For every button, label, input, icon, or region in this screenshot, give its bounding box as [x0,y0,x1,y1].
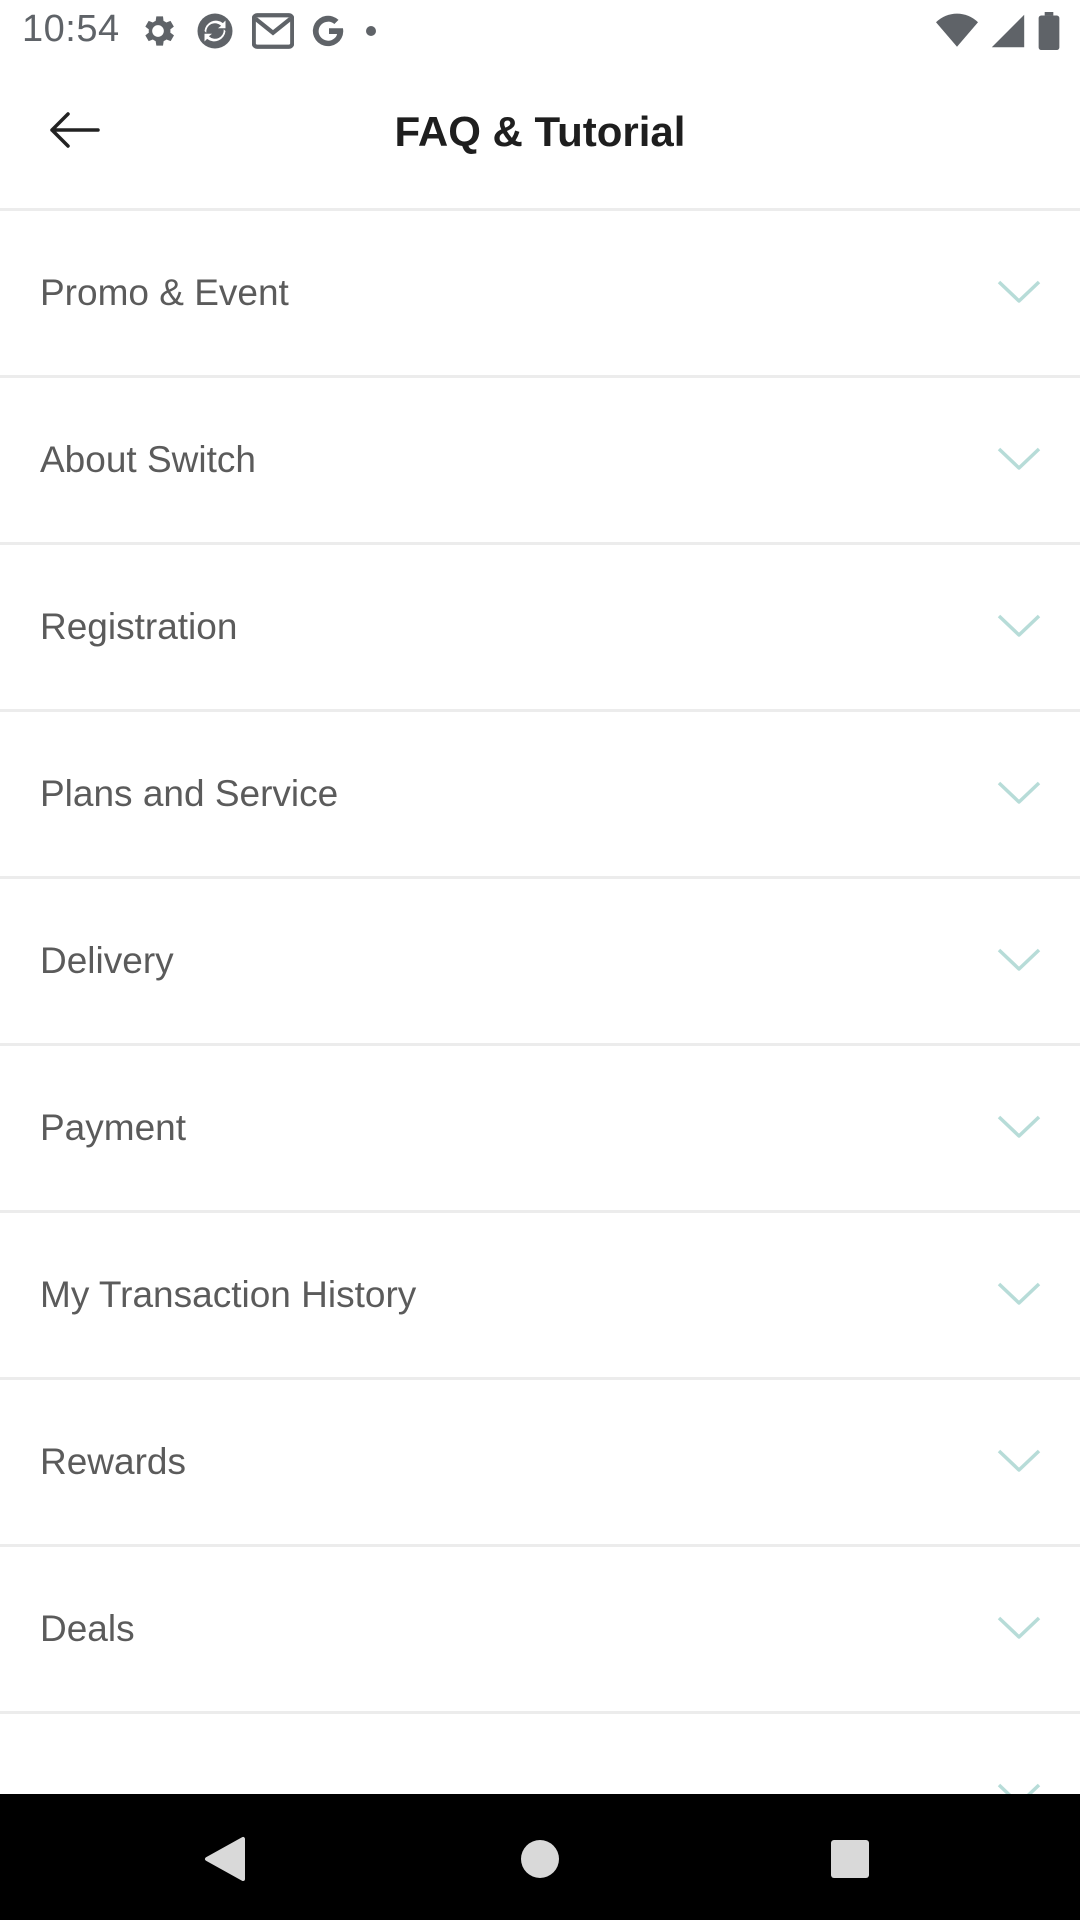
chevron-down-icon [997,447,1041,470]
faq-item-promo-event[interactable]: Promo & Event [0,211,1080,378]
settings-gear-icon [138,11,178,51]
chevron-down-icon [997,1449,1041,1472]
nav-back-button[interactable] [190,1824,260,1894]
gmail-icon [252,13,294,49]
chevron-down-icon [997,1115,1041,1138]
faq-item-label: Promo & Event [40,272,289,313]
faq-item-my-transaction-history[interactable]: My Transaction History [0,1213,1080,1380]
back-triangle-icon [205,1837,245,1881]
status-icons-left [138,10,378,52]
chevron-down-icon [997,280,1041,303]
sync-app-icon [194,10,236,52]
faq-item-plans-and-service[interactable]: Plans and Service [0,712,1080,879]
chevron-down-icon [997,1282,1041,1305]
home-circle-icon [521,1840,559,1878]
faq-item-registration[interactable]: Registration [0,545,1080,712]
system-nav-bar [0,1794,1080,1920]
chevron-down-icon [997,948,1041,971]
chevron-down-icon [997,1783,1041,1794]
faq-item-partial[interactable] [0,1714,1080,1794]
faq-item-label: Rewards [40,1441,186,1482]
faq-category-list: Promo & Event About Switch Registration … [0,211,1080,1794]
battery-icon [1038,12,1060,50]
chevron-down-icon [997,781,1041,804]
faq-item-label: Registration [40,606,238,647]
chevron-down-icon [997,1616,1041,1639]
faq-item-label: Delivery [40,940,174,981]
faq-item-delivery[interactable]: Delivery [0,879,1080,1046]
notification-dot-icon [364,24,378,38]
status-time: 10:54 [22,8,120,50]
google-icon [310,12,348,50]
faq-item-label: Plans and Service [40,773,339,814]
faq-item-label: My Transaction History [40,1274,417,1315]
status-bar: 10:54 [0,0,1080,62]
faq-item-about-switch[interactable]: About Switch [0,378,1080,545]
faq-item-label: Deals [40,1608,135,1649]
chevron-down-icon [997,614,1041,637]
recents-square-icon [831,1840,869,1878]
cellular-signal-icon [990,13,1026,49]
faq-item-deals[interactable]: Deals [0,1547,1080,1714]
faq-item-label: Payment [40,1107,187,1148]
nav-home-button[interactable] [505,1824,575,1894]
wifi-icon [936,13,978,49]
app-header: FAQ & Tutorial [0,62,1080,211]
nav-recents-button[interactable] [815,1824,885,1894]
page-title: FAQ & Tutorial [394,108,686,155]
faq-item-label: About Switch [40,439,256,480]
status-icons-right [936,12,1060,50]
faq-item-payment[interactable]: Payment [0,1046,1080,1213]
faq-item-rewards[interactable]: Rewards [0,1380,1080,1547]
